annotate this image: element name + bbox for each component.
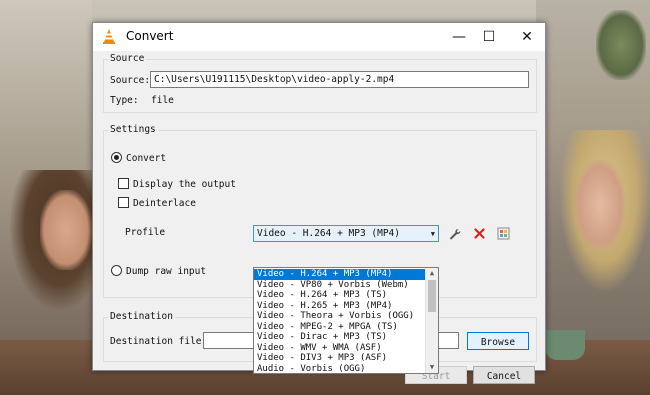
source-group-label: Source [108, 53, 147, 64]
delete-profile-button[interactable] [470, 225, 488, 242]
delete-icon [473, 228, 485, 239]
profile-option[interactable]: Video - DIV3 + MP3 (ASF) [254, 353, 426, 364]
minimize-button[interactable]: — [443, 23, 475, 51]
deinterlace-checkbox[interactable] [118, 197, 129, 208]
edit-profile-button[interactable] [446, 225, 464, 242]
source-label: Source: [110, 75, 151, 86]
background-plant [596, 10, 646, 80]
profile-option[interactable]: Video - WMV + WMA (ASF) [254, 343, 426, 354]
destination-file-label: Destination file: [110, 336, 208, 347]
type-label: Type: [110, 95, 139, 106]
dropdown-scrollbar[interactable]: ▲ ▼ [425, 268, 438, 373]
profile-selected-value: Video - H.264 + MP3 (MP4) [257, 228, 400, 239]
vlc-cone-icon [101, 28, 117, 45]
profile-option[interactable]: Video - H.265 + MP3 (MP4) [254, 301, 426, 312]
profile-dropdown-list[interactable]: Video - H.264 + MP3 (MP4) Video - VP80 +… [253, 267, 439, 374]
window-title: Convert [126, 29, 174, 43]
dialog-body: Source Source: C:\Users\U191115\Desktop\… [93, 51, 545, 384]
chevron-down-icon: ▼ [430, 230, 435, 238]
profile-option[interactable]: Video - MPEG-2 + MPGA (TS) [254, 322, 426, 333]
profile-option[interactable]: Video - H.264 + MP3 (TS) [254, 290, 426, 301]
profile-option[interactable]: Video - H.264 + MP3 (MP4) [254, 269, 426, 280]
profile-label: Profile [125, 227, 166, 238]
source-path-field[interactable]: C:\Users\U191115\Desktop\video-apply-2.m… [150, 71, 529, 88]
background-person-right-face [575, 160, 625, 250]
background-cup [545, 330, 585, 360]
browse-button[interactable]: Browse [467, 332, 529, 350]
profile-option[interactable]: Video - Theora + Vorbis (OGG) [254, 311, 426, 322]
dump-raw-radio[interactable] [111, 265, 122, 276]
dump-raw-label: Dump raw input [126, 266, 207, 277]
background-person-left-face [40, 190, 92, 270]
profile-option[interactable]: Video - VP80 + Vorbis (Webm) [254, 280, 426, 291]
convert-label: Convert [126, 153, 167, 164]
maximize-button[interactable]: ☐ [473, 23, 505, 51]
scroll-thumb[interactable] [428, 280, 436, 312]
scroll-down-icon[interactable]: ▼ [426, 362, 438, 373]
settings-group-label: Settings [108, 124, 158, 135]
profile-option[interactable]: Video - Dirac + MP3 (TS) [254, 332, 426, 343]
scroll-up-icon[interactable]: ▲ [426, 268, 438, 279]
title-bar[interactable]: Convert — ☐ ✕ [93, 23, 545, 51]
type-value: file [151, 95, 174, 106]
cancel-button[interactable]: Cancel [473, 366, 535, 384]
close-button[interactable]: ✕ [511, 23, 543, 51]
profile-select[interactable]: Video - H.264 + MP3 (MP4) ▼ [253, 225, 439, 242]
display-output-checkbox[interactable] [118, 178, 129, 189]
deinterlace-label: Deinterlace [133, 198, 196, 209]
new-profile-icon [497, 227, 509, 240]
convert-dialog: Convert — ☐ ✕ Source Source: C:\Users\U1… [92, 22, 546, 384]
destination-group-label: Destination [108, 311, 175, 322]
profile-option[interactable]: Audio - Vorbis (OGG) [254, 364, 426, 374]
wrench-icon [450, 228, 461, 239]
convert-radio[interactable] [111, 152, 122, 163]
display-output-label: Display the output [133, 179, 236, 190]
new-profile-button[interactable] [494, 225, 512, 242]
